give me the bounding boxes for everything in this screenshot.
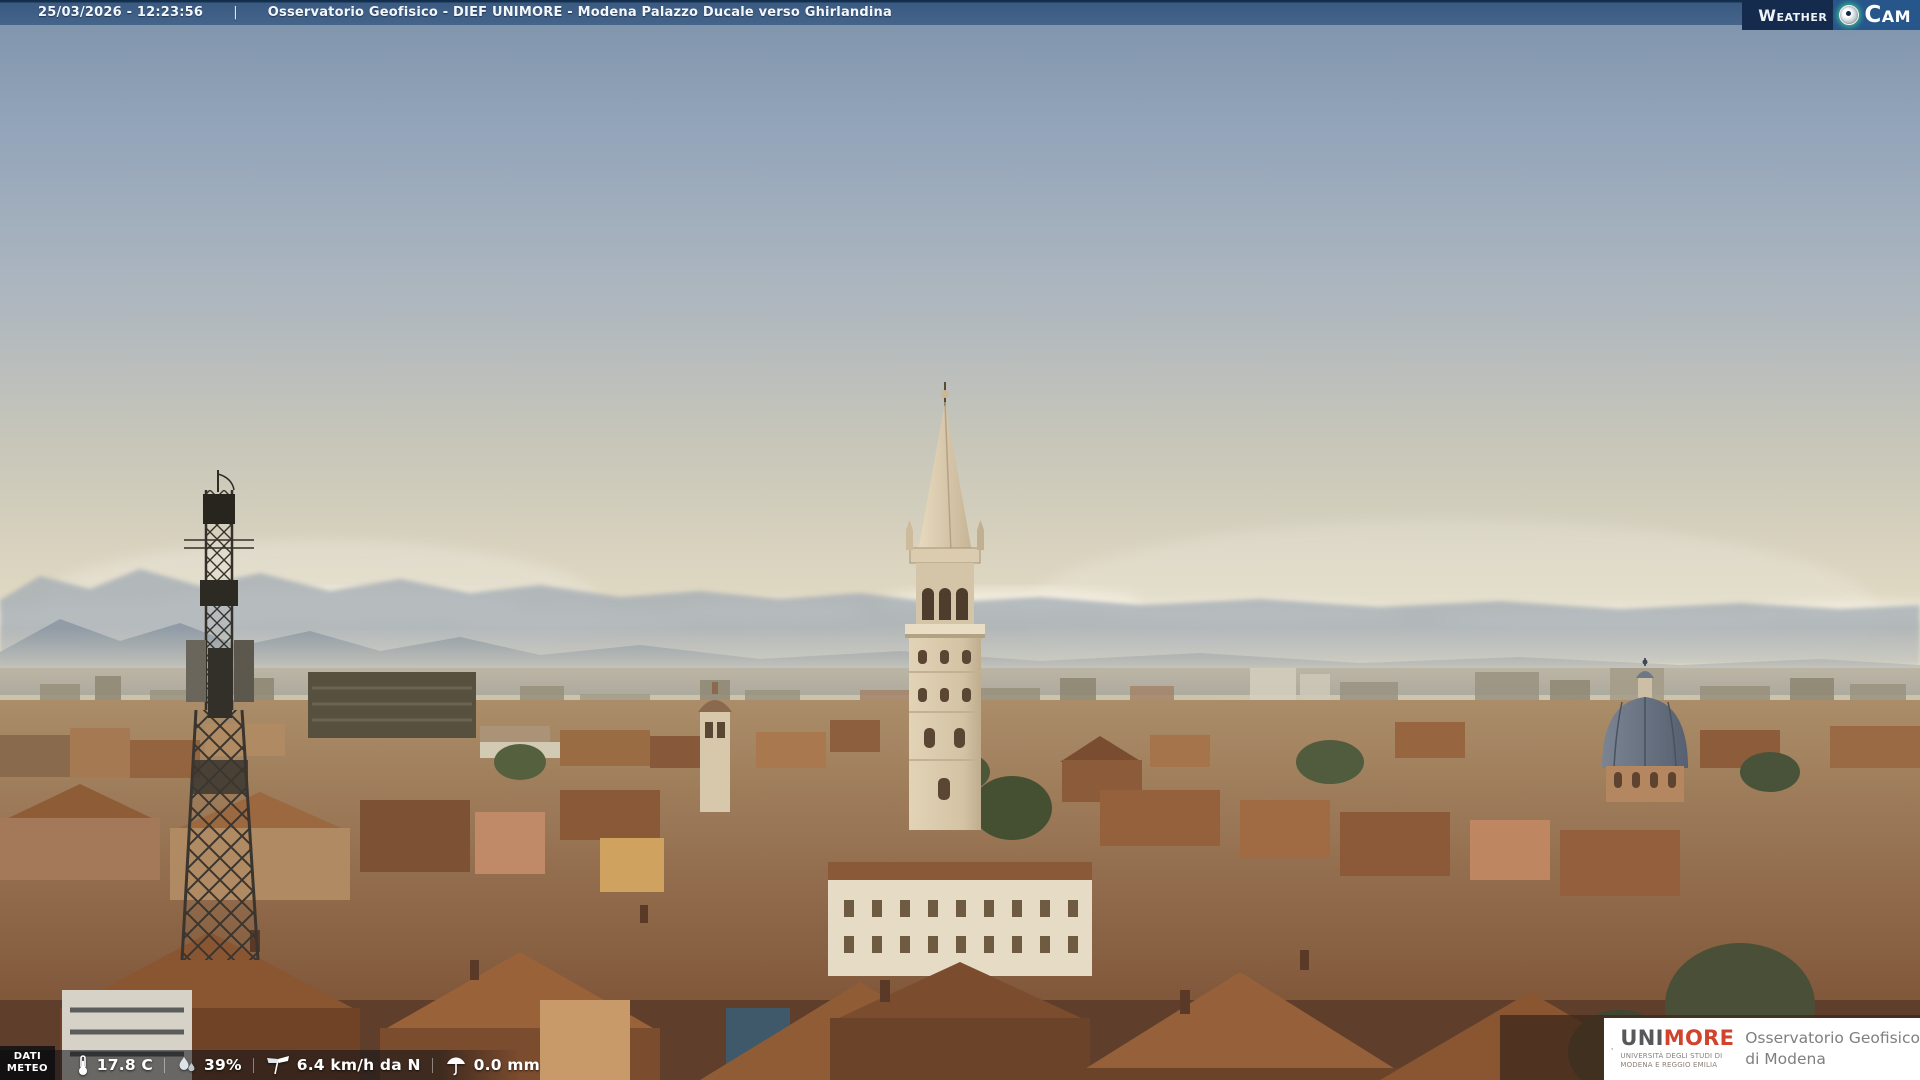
dati-meteo-label: DATI METEO xyxy=(0,1046,55,1080)
weathercam-left: Weather xyxy=(1742,0,1834,30)
humidity-value: 39% xyxy=(204,1056,242,1074)
reading-divider xyxy=(252,1057,254,1073)
title-bar: 25/03/2026 - 12:23:56 | Osservatorio Geo… xyxy=(0,0,1920,25)
observatory-name-line1: Osservatorio Geofisico xyxy=(1745,1029,1920,1048)
wind-reading: 6.4 km/h da N xyxy=(265,1054,421,1076)
unimore-subtitle-line2: MODENA E REGGIO EMILIA xyxy=(1620,1061,1718,1069)
weathercam-right: Cam xyxy=(1833,0,1920,30)
palazzo-facade xyxy=(828,862,1092,976)
weathercam-word-cam: Cam xyxy=(1864,2,1911,28)
unimore-subtitle-line1: UNIVERSITÀ DEGLI STUDI DI xyxy=(1620,1051,1723,1060)
observatory-name: Osservatorio Geofisico di Modena xyxy=(1745,1028,1920,1070)
dati-meteo-line2: METEO xyxy=(6,1063,48,1074)
unimore-wordmark: UNIMORE UNIVERSITÀ DEGLI STUDI DI MODENA… xyxy=(1620,1025,1735,1070)
wind-icon xyxy=(266,1056,289,1075)
webcam-page: 25/03/2026 - 12:23:56 | Osservatorio Geo… xyxy=(0,0,1920,1080)
unimore-acronym-uni: UNI xyxy=(1620,1025,1664,1050)
dati-meteo-line1: DATI xyxy=(13,1051,42,1062)
reading-divider xyxy=(164,1057,165,1073)
wind-value: 6.4 km/h da N xyxy=(296,1056,421,1074)
observatory-name-line2: di Modena xyxy=(1745,1050,1826,1068)
seal-emblem xyxy=(1611,1048,1613,1050)
timestamp: 25/03/2026 - 12:23:56 xyxy=(38,5,204,20)
unimore-logo-box: UNIVERSITAS STUDIORUM MUTINENSIS ET REGI… xyxy=(1604,1018,1920,1080)
thermometer-icon xyxy=(78,1055,87,1075)
webcam-title: Osservatorio Geofisico - DIEF UNIMORE - … xyxy=(267,5,892,20)
rain-reading: 0.0 mm xyxy=(444,1054,540,1076)
humidity-reading: 39% xyxy=(176,1054,242,1076)
rain-icon xyxy=(446,1057,465,1076)
humidity-icon xyxy=(179,1057,195,1072)
weather-readings: 17.8 C 39% 6.4 km/h da N 0.0 mm xyxy=(55,1054,540,1076)
temperature-reading: 17.8 C xyxy=(75,1054,153,1076)
weather-data-bar: DATI METEO 17.8 C 39% 6.4 km/h da N 0.0 … xyxy=(0,1046,540,1080)
weathercam-word-weather: Weather xyxy=(1758,5,1828,25)
unimore-seal: UNIVERSITAS STUDIORUM MUTINENSIS ET REGI… xyxy=(1611,1047,1613,1051)
rain-value: 0.0 mm xyxy=(473,1056,540,1074)
lens-icon xyxy=(1839,5,1860,25)
temperature-value: 17.8 C xyxy=(96,1056,153,1074)
title-separator: | xyxy=(233,5,238,20)
unimore-acronym-more: MORE xyxy=(1663,1025,1735,1050)
city-panorama-photo xyxy=(0,0,1920,1080)
weathercam-watermark: Weather Cam xyxy=(1742,0,1920,30)
reading-divider xyxy=(431,1057,433,1073)
